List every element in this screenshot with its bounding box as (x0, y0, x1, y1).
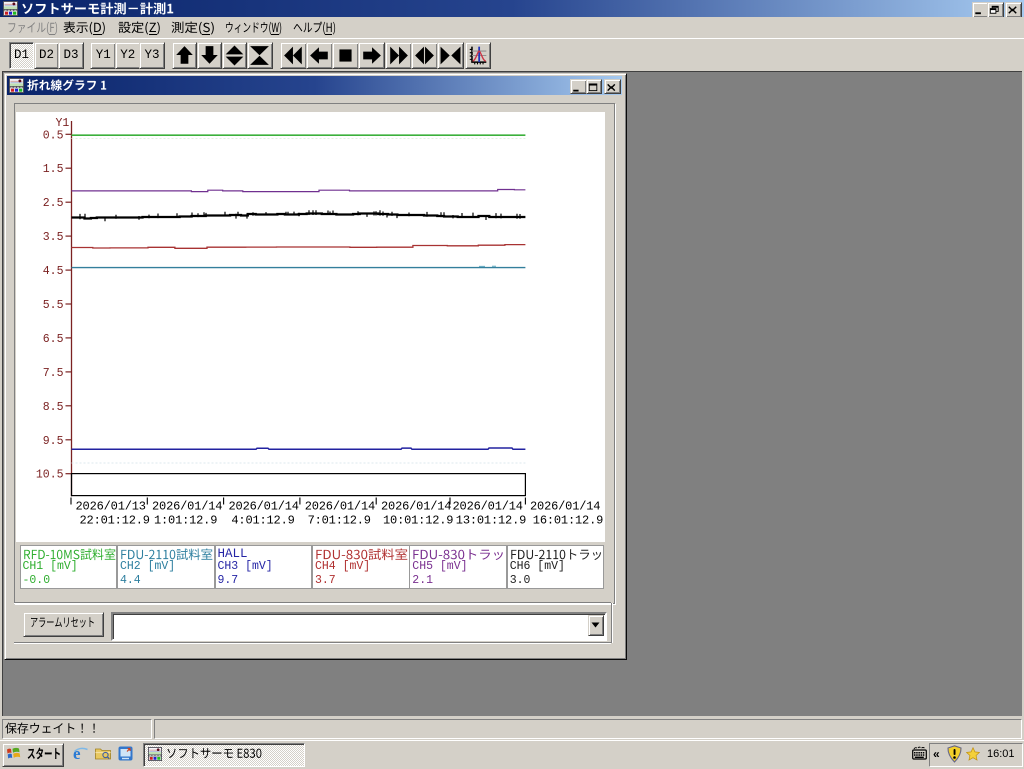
svg-text:2026/01/14: 2026/01/14 (229, 500, 300, 514)
svg-text:0.5: 0.5 (43, 129, 64, 142)
svg-text:7.5: 7.5 (43, 367, 64, 380)
svg-text:2026/01/14: 2026/01/14 (381, 500, 452, 514)
svg-text:2026/01/14: 2026/01/14 (305, 500, 376, 514)
svg-text:3.5: 3.5 (43, 231, 64, 244)
svg-text:13:01:12.9: 13:01:12.9 (456, 514, 527, 528)
svg-text:Y1: Y1 (56, 117, 70, 130)
svg-text:2026/01/13: 2026/01/13 (76, 500, 147, 514)
svg-text:5.5: 5.5 (43, 299, 64, 312)
svg-text:6.5: 6.5 (43, 333, 64, 346)
svg-text:1:01:12.9: 1:01:12.9 (154, 514, 217, 528)
svg-text:4:01:12.9: 4:01:12.9 (231, 514, 294, 528)
svg-text:2026/01/14: 2026/01/14 (152, 500, 223, 514)
svg-text:7:01:12.9: 7:01:12.9 (308, 514, 371, 528)
svg-text:22:01:12.9: 22:01:12.9 (80, 514, 151, 528)
svg-text:2.5: 2.5 (43, 197, 64, 210)
svg-text:e: e (73, 745, 81, 762)
svg-text:8.5: 8.5 (43, 401, 64, 414)
svg-text:1.5: 1.5 (43, 163, 64, 176)
svg-text:10:01:12.9: 10:01:12.9 (383, 514, 454, 528)
svg-text:2026/01/14: 2026/01/14 (453, 500, 524, 514)
svg-text:16:01:12.9: 16:01:12.9 (533, 514, 604, 528)
svg-text:2026/01/14: 2026/01/14 (530, 500, 601, 514)
svg-text:4.5: 4.5 (43, 265, 64, 278)
svg-text:9.5: 9.5 (43, 435, 64, 448)
svg-text:10.5: 10.5 (36, 469, 64, 482)
